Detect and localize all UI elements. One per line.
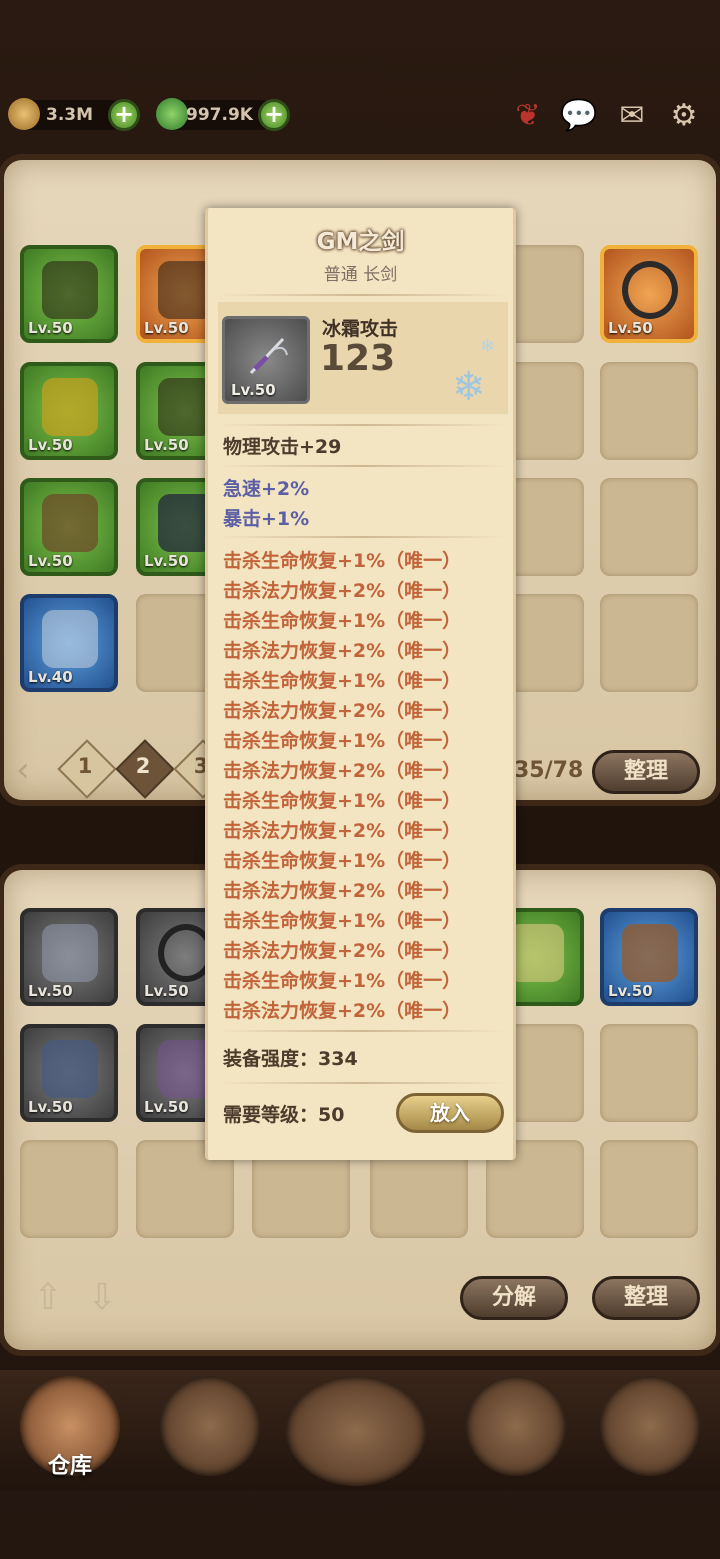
bag-slot[interactable]: Lv.50 (20, 362, 118, 460)
item-name: GM之剑 (316, 229, 405, 255)
physical-attack-stat: 物理攻击+29 (223, 436, 342, 458)
divider (218, 1082, 506, 1084)
bag-slot-empty[interactable] (600, 362, 698, 460)
divider (218, 465, 506, 467)
stash-slot[interactable]: Lv.50 (20, 908, 118, 1006)
sword-icon (42, 610, 98, 668)
axe-icon (42, 1040, 98, 1098)
stash-sort-button[interactable]: 整理 (592, 1276, 700, 1320)
mail-icon[interactable]: ✉ (614, 98, 650, 134)
bonus-stat: 击杀法力恢复+2%（唯一） (223, 940, 462, 962)
crown-chest-icon (466, 1376, 566, 1476)
bag-slot[interactable]: Lv.50 (20, 478, 118, 576)
add-gem-button[interactable]: + (258, 99, 290, 131)
chat-icon[interactable]: 💬 (560, 98, 597, 134)
snowflake-small-icon: ❄ (480, 336, 496, 357)
stash-slot-empty[interactable] (600, 1024, 698, 1122)
item-icon-level: Lv.50 (231, 381, 276, 399)
gem-currency: 997.9K + (156, 98, 290, 131)
bonus-stat: 击杀生命恢复+1%（唯一） (223, 970, 462, 992)
boots-icon (42, 494, 98, 552)
gem-amount: 997.9K (186, 105, 253, 125)
page-1-label: 1 (77, 754, 93, 778)
dagger-icon (42, 924, 98, 982)
snowflake-icon: ❄ (452, 364, 486, 410)
adventure-portal-icon (286, 1376, 426, 1486)
gold-coin-icon (8, 98, 40, 130)
rapier-icon (249, 337, 288, 375)
green-gem-icon (156, 98, 188, 130)
haste-stat: 急速+2% (223, 478, 310, 500)
bonus-stat: 击杀生命恢复+1%（唯一） (223, 610, 462, 632)
bonus-stat: 击杀生命恢复+1%（唯一） (223, 730, 462, 752)
frost-attack-label: 冰霜攻击 (322, 318, 399, 340)
stash-slot[interactable]: Lv.50 (20, 1024, 118, 1122)
divider (218, 536, 506, 538)
bonus-stat: 击杀生命恢复+1%（唯一） (223, 850, 462, 872)
bottom-nav: 仓库 (0, 1370, 720, 1490)
banana-icon (508, 924, 564, 982)
item-subtitle: 普通 长剑 (323, 265, 398, 285)
divider (218, 294, 506, 296)
bag-slot[interactable]: Lv.40 (20, 594, 118, 692)
divider (218, 424, 506, 426)
stash-slot[interactable]: Lv.50 (600, 908, 698, 1006)
frost-attack-value: 123 (320, 338, 396, 379)
bonus-stat: 击杀法力恢复+2%（唯一） (223, 580, 462, 602)
beer-mug-icon (160, 1376, 260, 1476)
bonus-stat: 击杀法力恢复+2%（唯一） (223, 760, 462, 782)
bag-slot-empty[interactable] (600, 594, 698, 692)
potion-icon[interactable]: ❦ (510, 98, 546, 134)
stash-slot-empty[interactable] (20, 1140, 118, 1238)
gauntlet-icon (42, 378, 98, 436)
arrow-down-icon[interactable]: ⇩ (82, 1278, 122, 1320)
ring-icon (622, 261, 678, 319)
gold-amount: 3.3M (46, 105, 94, 125)
forge-cauldron-icon (600, 1376, 700, 1476)
bag-capacity: 35/78 (514, 758, 584, 783)
bag-pager: ‹ 1 2 3 (16, 739, 233, 799)
top-bar: 3.3M + 997.9K + ❦ 💬 ✉ ⚙ (0, 90, 720, 142)
required-level: 需要等级：50 (223, 1104, 345, 1126)
bag-slot[interactable]: Lv.50 (600, 245, 698, 343)
divider (218, 1030, 506, 1032)
bonus-stat: 击杀法力恢复+2%（唯一） (223, 880, 462, 902)
nav-tavern[interactable] (150, 1370, 270, 1490)
leather-helmet-icon (622, 924, 678, 982)
prev-page-icon[interactable]: ‹ (16, 750, 30, 790)
nav-warehouse-label: 仓库 (47, 1454, 92, 1479)
item-tooltip: GM之剑 普通 长剑 Lv.50 冰霜攻击 123 ❄ ❄ 物理攻击+29 急速… (205, 208, 516, 1160)
bonus-stat: 击杀法力恢复+2%（唯一） (223, 1000, 462, 1022)
bonus-stat: 击杀生命恢复+1%（唯一） (223, 670, 462, 692)
put-in-button[interactable]: 放入 (396, 1093, 504, 1133)
bonus-stat: 击杀法力恢复+2%（唯一） (223, 820, 462, 842)
arrow-up-icon[interactable]: ⇧ (28, 1278, 68, 1320)
bonus-stat: 击杀法力恢复+2%（唯一） (223, 640, 462, 662)
bonus-stat: 击杀生命恢复+1%（唯一） (223, 910, 462, 932)
bag-sort-button[interactable]: 整理 (592, 750, 700, 794)
item-icon: Lv.50 (222, 316, 310, 404)
decompose-button[interactable]: 分解 (460, 1276, 568, 1320)
stash-slot-empty[interactable] (600, 1140, 698, 1238)
bag-slot-empty[interactable] (600, 478, 698, 576)
bonus-stat: 击杀生命恢复+1%（唯一） (223, 550, 462, 572)
helmet-icon (42, 261, 98, 319)
game-screen: 3.3M + 997.9K + ❦ 💬 ✉ ⚙ Lv.50 Lv.50 Lv.5… (0, 0, 720, 1559)
nav-adventure[interactable] (286, 1370, 426, 1490)
page-2-label: 2 (135, 754, 151, 778)
nav-forge[interactable] (590, 1370, 710, 1490)
bonus-stat: 击杀法力恢复+2%（唯一） (223, 700, 462, 722)
crit-stat: 暴击+1% (223, 508, 310, 530)
bonus-stat: 击杀生命恢复+1%（唯一） (223, 790, 462, 812)
settings-gear-icon[interactable]: ⚙ (666, 98, 702, 134)
gold-currency: 3.3M + (8, 98, 140, 131)
add-gold-button[interactable]: + (108, 99, 140, 131)
equipment-strength: 装备强度：334 (223, 1048, 358, 1070)
bag-slot[interactable]: Lv.50 (20, 245, 118, 343)
nav-warehouse[interactable]: 仓库 (10, 1370, 130, 1490)
nav-shop[interactable] (456, 1370, 576, 1490)
